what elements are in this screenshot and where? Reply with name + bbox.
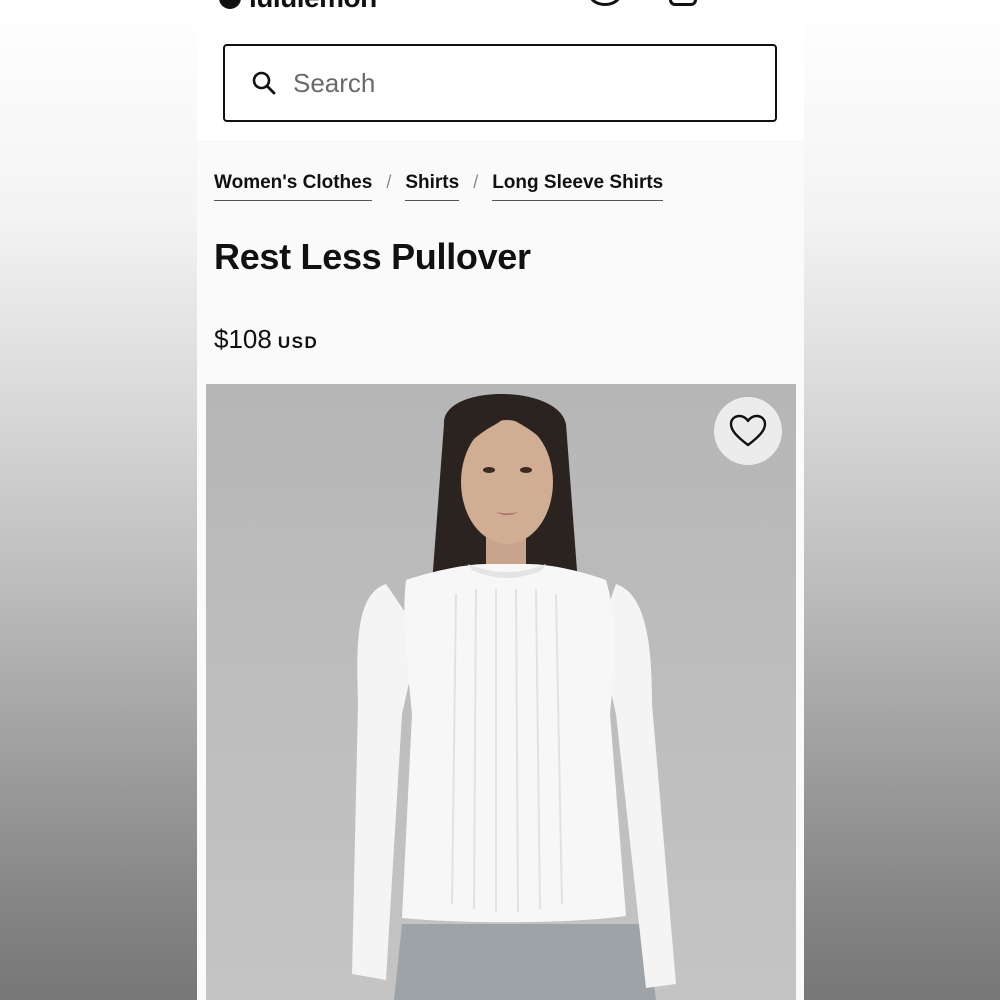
price-amount: $108 bbox=[214, 324, 272, 354]
bag-icon[interactable] bbox=[669, 0, 697, 6]
logo[interactable]: lululemon bbox=[219, 0, 377, 14]
mobile-viewport: lululemon Women's Clothes / Shirts / Lon… bbox=[197, 0, 804, 1000]
logo-text: lululemon bbox=[249, 0, 377, 14]
price-currency: USD bbox=[277, 333, 319, 352]
product-price: $108 USD bbox=[214, 324, 318, 355]
right-background-blur bbox=[804, 0, 1000, 1000]
breadcrumb-item-shirts[interactable]: Shirts bbox=[405, 172, 460, 201]
search-bar[interactable] bbox=[223, 44, 777, 122]
heart-icon bbox=[729, 414, 767, 447]
search-icon bbox=[251, 70, 277, 96]
model-illustration bbox=[352, 394, 676, 1000]
breadcrumb-separator: / bbox=[386, 172, 392, 192]
search-input[interactable] bbox=[291, 66, 755, 100]
account-icon[interactable] bbox=[588, 0, 622, 6]
product-photo[interactable] bbox=[206, 384, 796, 1000]
breadcrumb: Women's Clothes / Shirts / Long Sleeve S… bbox=[214, 172, 664, 201]
header: lululemon bbox=[197, 0, 804, 140]
breadcrumb-separator: / bbox=[473, 172, 479, 192]
product-title: Rest Less Pullover bbox=[214, 236, 531, 277]
breadcrumb-item-long-sleeve-shirts[interactable]: Long Sleeve Shirts bbox=[492, 172, 664, 201]
breadcrumb-item-womens-clothes[interactable]: Women's Clothes bbox=[214, 172, 373, 201]
wishlist-button[interactable] bbox=[714, 397, 782, 465]
logo-mark-icon bbox=[219, 0, 241, 9]
left-background-blur bbox=[0, 0, 197, 1000]
